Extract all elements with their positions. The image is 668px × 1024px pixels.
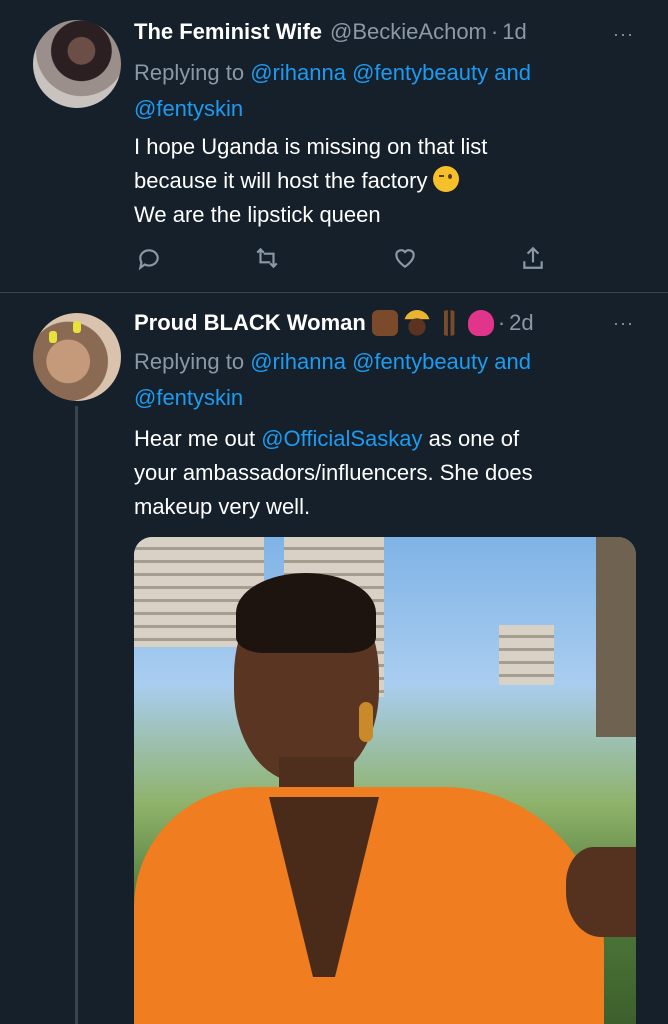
reply-icon[interactable] bbox=[134, 243, 164, 273]
mention-link[interactable]: @rihanna bbox=[250, 60, 346, 85]
photo-person-hair bbox=[236, 573, 376, 653]
more-options-icon[interactable]: ··· bbox=[613, 24, 634, 45]
timestamp[interactable]: 1d bbox=[502, 18, 526, 46]
tweet-text-line: I hope Uganda is missing on that list bbox=[134, 134, 488, 159]
mention-and[interactable]: and bbox=[494, 349, 531, 374]
replying-to: Replying to @rihanna @fentybeauty and @f… bbox=[134, 344, 634, 416]
display-name[interactable]: The Feminist Wife bbox=[134, 18, 322, 46]
tweet-text-line: We are the lipstick queen bbox=[134, 202, 381, 227]
tweet-text: Hear me out @OfficialSaskay as one of yo… bbox=[134, 422, 634, 524]
avatar-detail bbox=[49, 331, 57, 343]
user-handle[interactable]: @BeckieAchom bbox=[330, 18, 487, 46]
replying-prefix: Replying to bbox=[134, 349, 245, 374]
avatar[interactable] bbox=[33, 313, 121, 401]
mention-link[interactable]: @fentyskin bbox=[134, 385, 243, 410]
raised-fist-icon bbox=[371, 310, 398, 336]
photo-person-hand bbox=[566, 847, 636, 937]
mention-link[interactable]: @fentybeauty bbox=[352, 60, 488, 85]
tweet-text-line: Hear me out @OfficialSaskay as one of bbox=[134, 422, 634, 456]
photo-building bbox=[499, 625, 554, 685]
separator-dot: · bbox=[497, 310, 506, 335]
mention-and[interactable]: and bbox=[494, 60, 531, 85]
tweet-actions bbox=[134, 243, 554, 273]
display-name[interactable]: Proud BLACK Woman bbox=[134, 309, 366, 337]
mention-link[interactable]: @rihanna bbox=[250, 349, 346, 374]
tweet-text-fragment: as one of bbox=[428, 426, 520, 451]
tweet-text-line: because it will host the factory bbox=[134, 164, 634, 198]
avatar[interactable] bbox=[33, 20, 121, 108]
retweet-icon[interactable] bbox=[252, 243, 282, 273]
mention-link[interactable]: @fentybeauty bbox=[352, 349, 488, 374]
tweet-feed: The Feminist Wife @BeckieAchom · 1d ··· … bbox=[0, 0, 668, 1024]
mention-link[interactable]: @fentyskin bbox=[134, 96, 243, 121]
growing-heart-icon bbox=[467, 310, 494, 336]
like-icon[interactable] bbox=[390, 243, 420, 273]
tweet-header: The Feminist Wife @BeckieAchom · 1d bbox=[134, 18, 628, 46]
separator-dot: · bbox=[490, 19, 499, 44]
replying-prefix: Replying to bbox=[134, 60, 245, 85]
mention-link[interactable]: @OfficialSaskay bbox=[261, 426, 422, 451]
tweet-text-line: makeup very well. bbox=[134, 494, 311, 519]
tweet-text: I hope Uganda is missing on that list be… bbox=[134, 130, 634, 232]
more-options-icon[interactable]: ··· bbox=[613, 313, 634, 334]
thread-line bbox=[75, 406, 78, 1024]
avatar-detail bbox=[73, 321, 81, 333]
tweet[interactable]: Proud BLACK Woman · 2d ··· Replying to @… bbox=[0, 293, 668, 1024]
tweet-text-fragment: because it will host the factory bbox=[134, 168, 428, 193]
tweet-text-line: your ambassadors/influencers. She does bbox=[134, 460, 533, 485]
photo-earring bbox=[359, 702, 373, 742]
share-icon[interactable] bbox=[518, 243, 548, 273]
timestamp[interactable]: 2d bbox=[509, 309, 533, 337]
victory-hand-icon bbox=[435, 310, 462, 336]
princess-icon bbox=[403, 310, 430, 336]
name-emojis bbox=[371, 310, 494, 336]
tweet-text-fragment: Hear me out bbox=[134, 426, 256, 451]
tweet[interactable]: The Feminist Wife @BeckieAchom · 1d ··· … bbox=[0, 0, 668, 292]
replying-to: Replying to @rihanna @fentybeauty and @f… bbox=[134, 55, 634, 127]
winking-face-icon bbox=[433, 166, 460, 192]
tweet-header: Proud BLACK Woman · 2d bbox=[134, 309, 628, 337]
photo-palm-trunk bbox=[596, 537, 636, 737]
tweet-photo[interactable] bbox=[134, 537, 636, 1024]
